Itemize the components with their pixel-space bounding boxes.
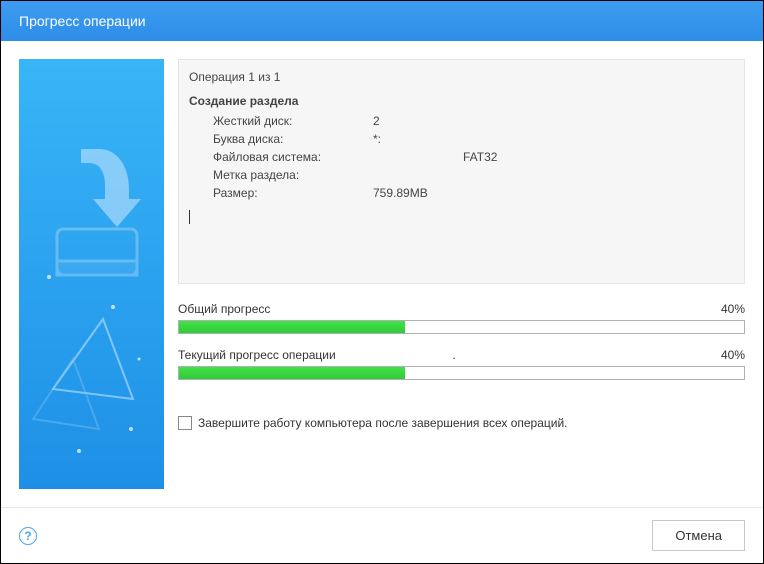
main-row: Операция 1 из 1 Создание раздела Жесткий…: [19, 59, 745, 489]
letter-value: *:: [373, 130, 463, 148]
disk-label: Жесткий диск:: [213, 112, 373, 130]
overall-progress-percent: 40%: [721, 302, 745, 316]
detail-row-disk: Жесткий диск: 2: [189, 112, 734, 130]
operation-counter: Операция 1 из 1: [189, 68, 734, 86]
fs-label: Файловая система:: [213, 148, 373, 166]
shutdown-checkbox[interactable]: [178, 416, 192, 430]
titlebar: Прогресс операции: [1, 1, 763, 41]
disk-value: 2: [373, 112, 463, 130]
overall-progress-block: Общий прогресс 40%: [178, 302, 745, 334]
current-progress-percent: 40%: [721, 348, 745, 362]
volume-label: Метка раздела:: [213, 166, 373, 184]
fs-value-blank: [373, 148, 463, 166]
size-value: 759.89MB: [373, 184, 463, 202]
shutdown-checkbox-label: Завершите работу компьютера после заверш…: [198, 416, 568, 430]
current-progress-bar: [178, 366, 745, 380]
current-progress-label: Текущий прогресс операции .: [178, 348, 456, 362]
current-progress-block: Текущий прогресс операции . 40%: [178, 348, 745, 380]
detail-row-fs: Файловая система: FAT32: [189, 148, 734, 166]
text-cursor: [189, 210, 190, 224]
detail-row-volume: Метка раздела:: [189, 166, 734, 184]
overall-progress-header: Общий прогресс 40%: [178, 302, 745, 316]
dialog-body: Операция 1 из 1 Создание раздела Жесткий…: [1, 41, 763, 507]
detail-row-letter: Буква диска: *:: [189, 130, 734, 148]
overall-progress-bar: [178, 320, 745, 334]
shutdown-checkbox-row[interactable]: Завершите работу компьютера после заверш…: [178, 416, 745, 430]
overall-progress-label: Общий прогресс: [178, 302, 270, 316]
detail-row-size: Размер: 759.89MB: [189, 184, 734, 202]
help-icon[interactable]: ?: [19, 527, 37, 545]
fs-value: FAT32: [463, 148, 497, 166]
current-progress-fill: [179, 367, 405, 379]
progress-section: Общий прогресс 40% Текущий прогресс опер…: [178, 302, 745, 394]
current-progress-header: Текущий прогресс операции . 40%: [178, 348, 745, 362]
volume-value: [373, 166, 463, 184]
operation-title: Создание раздела: [189, 92, 734, 110]
cancel-button[interactable]: Отмена: [652, 520, 745, 551]
dialog-footer: ? Отмена: [1, 507, 763, 563]
window-title: Прогресс операции: [19, 13, 146, 29]
content-column: Операция 1 из 1 Создание раздела Жесткий…: [178, 59, 745, 489]
overall-progress-fill: [179, 321, 405, 333]
operation-info-box: Операция 1 из 1 Создание раздела Жесткий…: [178, 59, 745, 284]
letter-label: Буква диска:: [213, 130, 373, 148]
size-label: Размер:: [213, 184, 373, 202]
progress-dialog: Прогресс операции: [0, 0, 764, 564]
side-illustration: [19, 59, 164, 489]
